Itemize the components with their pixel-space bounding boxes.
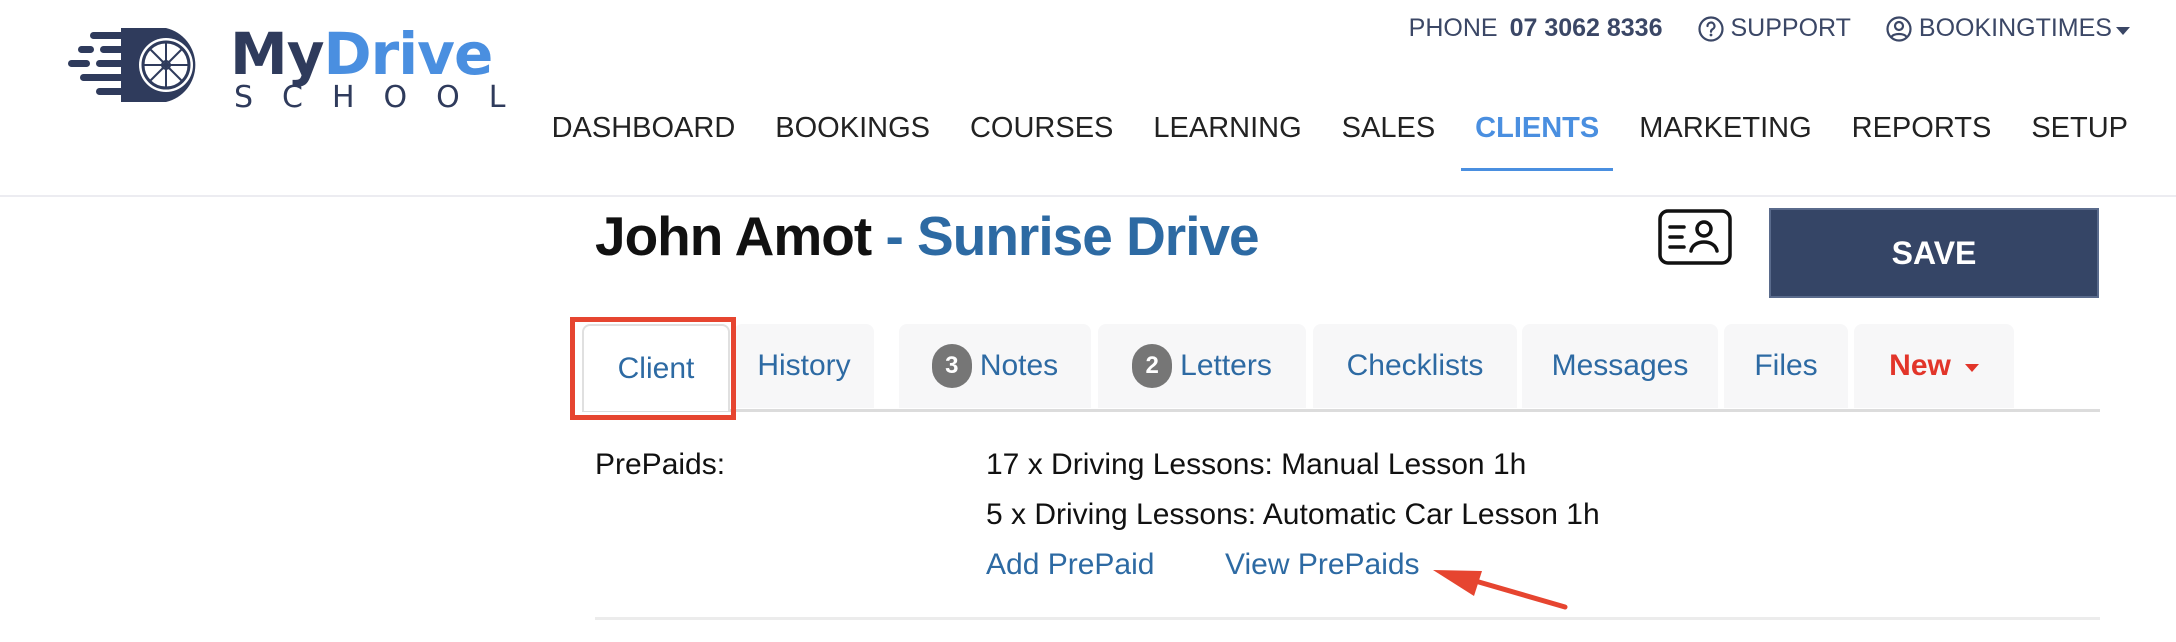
tab-files-label: Files [1754,349,1818,382]
logo[interactable]: MyDrive SCHOOL [66,20,506,120]
site-header: MyDrive SCHOOL PHONE 07 3062 8336 SUPPOR… [0,0,2176,197]
user-circle-icon [1886,15,1912,42]
logo-wordmark: MyDrive [230,20,494,88]
tab-notes-label: Notes [979,349,1059,382]
contact-card-button[interactable] [1658,209,1732,270]
tab-checklists-label: Checklists [1346,349,1484,382]
prepaid-item: 5 x Driving Lessons: Automatic Car Lesso… [986,498,1600,531]
phone-label: PHONE [1408,14,1498,42]
tab-files[interactable]: Files [1724,324,1848,408]
notes-count-badge: 3 [931,344,972,388]
save-button[interactable]: SAVE [1769,208,2099,298]
caret-down-icon [1964,364,1979,372]
client-name: John Amot [595,205,872,267]
client-tabs: Client History 3 Notes 2 Letters Checkli… [582,324,2100,412]
tab-client[interactable]: Client [582,324,730,411]
title-separator: - [885,205,903,267]
contact-card-icon [1658,209,1732,265]
help-circle-icon [1697,15,1724,42]
account-label: BOOKINGTIMES [1918,14,2112,42]
logo-drive: Drive [323,20,494,88]
nav-learning[interactable]: LEARNING [1153,112,1301,169]
tab-checklists[interactable]: Checklists [1313,324,1517,408]
tab-client-label: Client [617,351,695,385]
tab-letters-label: Letters [1180,349,1272,382]
phone-number[interactable]: 07 3062 8336 [1510,14,1663,43]
logo-my: My [230,20,325,88]
tab-letters[interactable]: 2 Letters [1098,324,1306,408]
tab-new-dropdown[interactable]: New [1854,324,2014,408]
tab-messages[interactable]: Messages [1522,324,1718,408]
tab-history-label: History [757,349,851,382]
nav-courses[interactable]: COURSES [970,112,1113,169]
tab-new-label: New [1889,349,1951,382]
prepaids-label: PrePaids: [595,448,726,481]
nav-clients[interactable]: CLIENTS [1461,112,1614,171]
logo-tagline: SCHOOL [234,80,535,115]
nav-dashboard[interactable]: DASHBOARD [552,112,736,169]
letters-count-badge: 2 [1132,344,1173,388]
add-prepaid-link[interactable]: Add PrePaid [986,548,1154,582]
nav-marketing[interactable]: MARKETING [1639,112,1811,169]
support-label: SUPPORT [1730,14,1851,42]
top-utility-bar: PHONE 07 3062 8336 SUPPORT BOOKINGTIMES [1409,14,2130,43]
tab-history[interactable]: History [734,324,874,408]
account-menu[interactable]: BOOKINGTIMES [1885,14,2130,43]
tab-notes[interactable]: 3 Notes [899,324,1091,408]
tab-messages-label: Messages [1551,349,1689,382]
nav-bookings[interactable]: BOOKINGS [775,112,930,169]
nav-setup[interactable]: SETUP [2031,112,2128,169]
client-location: Sunrise Drive [917,205,1260,267]
annotation-arrow-icon [1433,570,1568,610]
support-link[interactable]: SUPPORT [1697,14,1851,43]
main-nav: DASHBOARD BOOKINGS COURSES LEARNING SALE… [512,112,2128,171]
wheel-logo-icon [68,28,196,102]
section-divider [595,617,2100,620]
caret-down-icon [2116,26,2130,35]
view-prepaids-link[interactable]: View PrePaids [1225,548,1420,582]
nav-reports[interactable]: REPORTS [1852,112,1992,169]
prepaid-item: 17 x Driving Lessons: Manual Lesson 1h [986,448,1527,481]
nav-sales[interactable]: SALES [1342,112,1436,169]
page-title: John Amot - Sunrise Drive [595,204,1260,268]
